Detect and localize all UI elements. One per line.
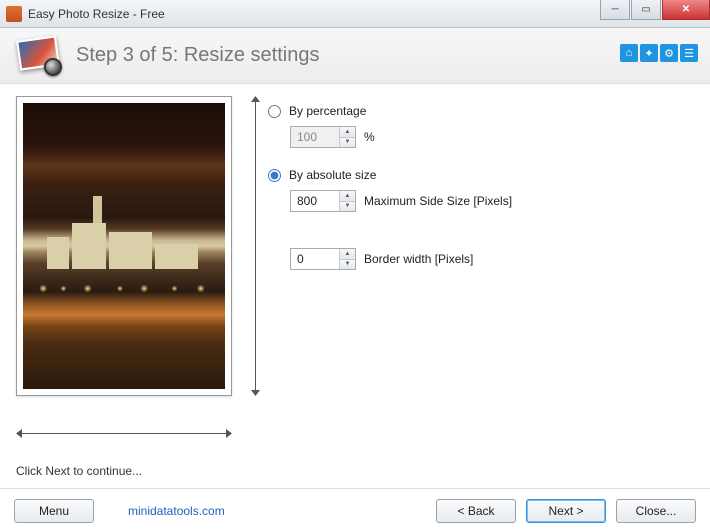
radio-by-percentage-label: By percentage [289,104,366,118]
absolute-input[interactable] [291,191,339,211]
radio-by-absolute-label: By absolute size [289,168,376,182]
vendor-link[interactable]: minidatatools.com [128,504,225,518]
border-spinner[interactable]: ▲ ▼ [290,248,356,270]
radio-by-absolute[interactable] [268,169,281,182]
percentage-value-row: ▲ ▼ % [290,126,694,148]
percentage-step-down[interactable]: ▼ [340,138,355,148]
header-toolbar: ⌂ ✦ ⚙ ☰ [620,44,698,62]
absolute-field-label: Maximum Side Size [Pixels] [364,194,512,208]
percentage-suffix: % [364,130,375,144]
absolute-spinner[interactable]: ▲ ▼ [290,190,356,212]
border-step-down[interactable]: ▼ [340,260,355,270]
close-button[interactable]: Close... [616,499,696,523]
border-value-row: ▲ ▼ Border width [Pixels] [290,248,694,270]
radio-by-percentage[interactable] [268,105,281,118]
percentage-spinner[interactable]: ▲ ▼ [290,126,356,148]
preview-image [23,103,225,389]
dimension-arrow-vertical [250,96,262,396]
app-icon [6,6,22,22]
absolute-step-up[interactable]: ▲ [340,191,355,202]
absolute-value-row: ▲ ▼ Maximum Side Size [Pixels] [290,190,694,212]
maximize-button[interactable]: ▭ [631,0,661,20]
absolute-step-down[interactable]: ▼ [340,202,355,212]
preview-frame [16,96,232,396]
footer: Menu minidatatools.com < Back Next > Clo… [0,488,710,532]
resize-settings: By percentage ▲ ▼ % By absolute size ▲ ▼ [268,104,694,290]
back-button[interactable]: < Back [436,499,516,523]
hint-text: Click Next to continue... [16,464,142,478]
border-step-up[interactable]: ▲ [340,249,355,260]
content-area: By percentage ▲ ▼ % By absolute size ▲ ▼ [0,84,710,488]
border-field-label: Border width [Pixels] [364,252,473,266]
window-controls: ─ ▭ ✕ [600,0,710,20]
star-icon[interactable]: ✦ [640,44,658,62]
radio-by-absolute-row: By absolute size [268,168,694,182]
home-icon[interactable]: ⌂ [620,44,638,62]
list-icon[interactable]: ☰ [680,44,698,62]
minimize-button[interactable]: ─ [600,0,630,20]
percentage-input[interactable] [291,127,339,147]
wizard-icon [16,36,64,76]
step-title: Step 3 of 5: Resize settings [76,44,319,67]
next-button[interactable]: Next > [526,499,606,523]
wizard-header: Step 3 of 5: Resize settings ⌂ ✦ ⚙ ☰ [0,28,710,84]
titlebar: Easy Photo Resize - Free ─ ▭ ✕ [0,0,710,28]
menu-button[interactable]: Menu [14,499,94,523]
percentage-step-up[interactable]: ▲ [340,127,355,138]
preview-area [16,96,248,426]
gear-icon[interactable]: ⚙ [660,44,678,62]
dimension-arrow-horizontal [16,428,232,440]
border-input[interactable] [291,249,339,269]
radio-by-percentage-row: By percentage [268,104,694,118]
close-window-button[interactable]: ✕ [662,0,710,20]
